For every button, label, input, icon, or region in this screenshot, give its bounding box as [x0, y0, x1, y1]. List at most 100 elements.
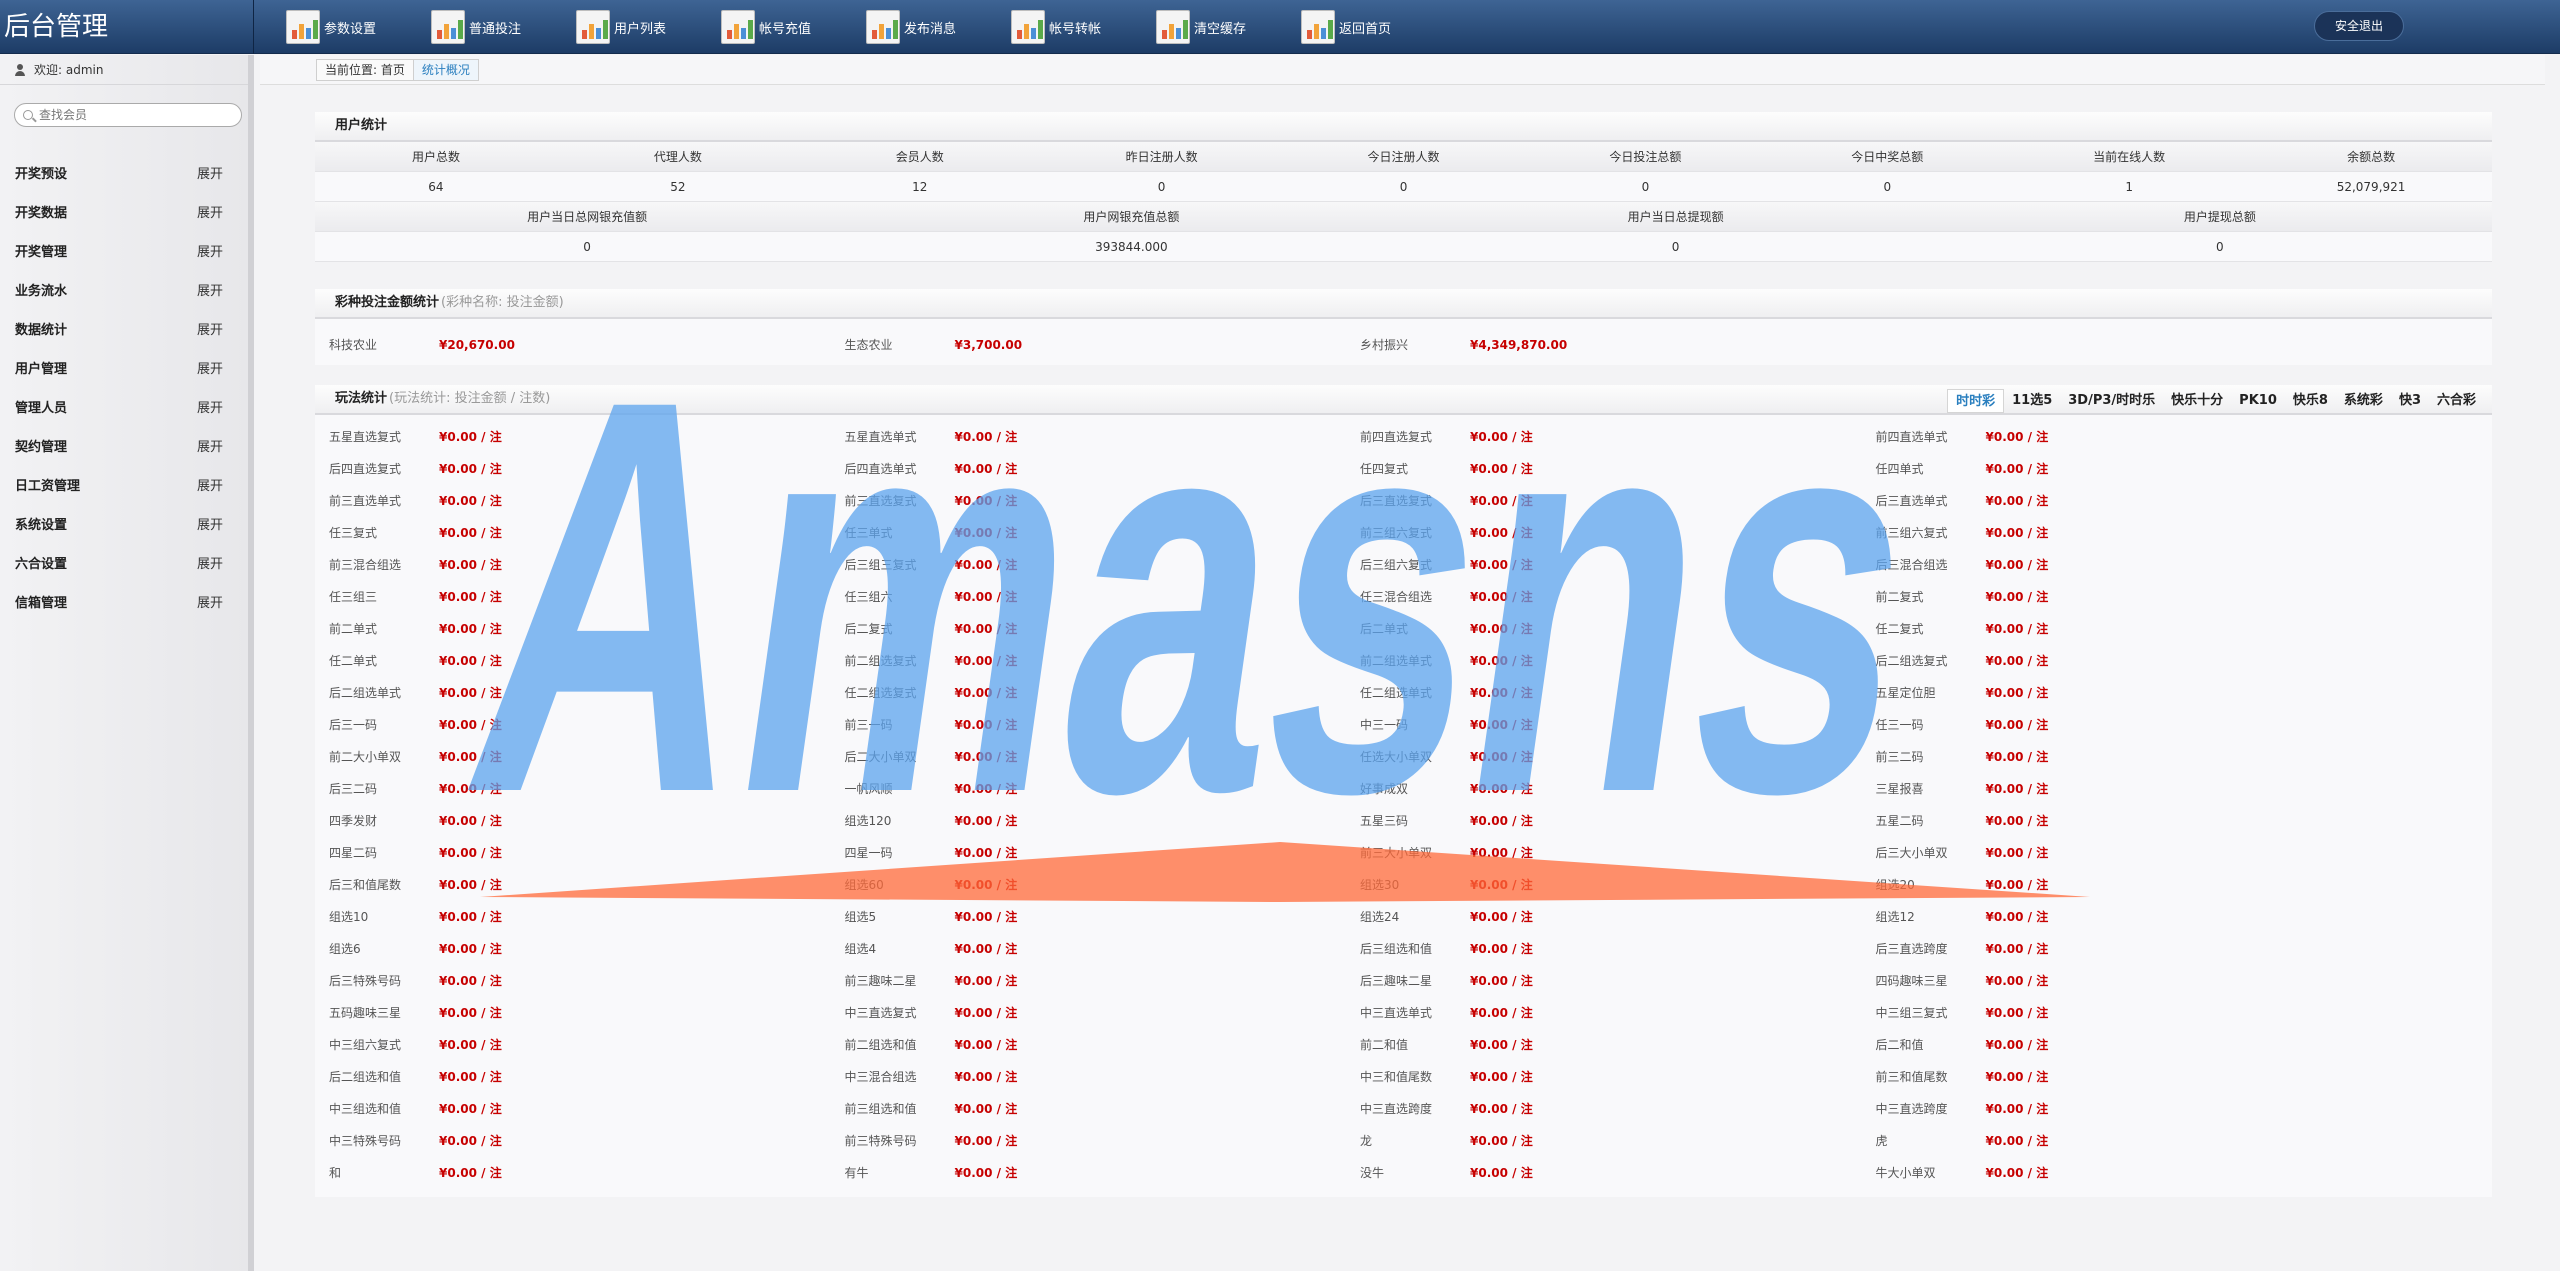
tab-7[interactable]: 快3	[2391, 389, 2429, 413]
nav-item-7[interactable]: 返回首页	[1301, 0, 1391, 54]
play-amount: ¥0.00 / 注	[1470, 974, 1533, 988]
play-name: 组选4	[844, 942, 877, 956]
sidebar-item-6[interactable]: 管理人员 展开	[0, 389, 248, 428]
search-input[interactable]	[39, 108, 229, 122]
nav-item-0[interactable]: 参数设置	[286, 0, 376, 54]
sidebar-item-7[interactable]: 契约管理 展开	[0, 428, 248, 467]
play-amount: ¥0.00 / 注	[954, 846, 1018, 860]
play-name: 好事成双	[1360, 782, 1409, 796]
play-amount: ¥0.00 / 注	[954, 974, 1018, 988]
play-amount: ¥0.00 / 注	[439, 846, 502, 860]
play-name: 任三复式	[329, 526, 378, 540]
play-amount: ¥0.00 / 注	[1470, 1038, 1533, 1052]
play-name: 后二大小单双	[844, 750, 917, 764]
play-amount: ¥0.00 / 注	[1985, 942, 2049, 956]
chart-icon	[721, 10, 755, 44]
expand-toggle[interactable]: 展开	[197, 506, 223, 545]
stat-header: 用户当日总网银充值额	[527, 210, 648, 224]
nav-item-6[interactable]: 清空缓存	[1156, 0, 1246, 54]
nav-item-2[interactable]: 用户列表	[576, 0, 666, 54]
sidebar-item-11[interactable]: 信箱管理 展开	[0, 584, 248, 623]
tab-4[interactable]: PK10	[2231, 389, 2285, 413]
expand-toggle[interactable]: 展开	[197, 389, 223, 428]
play-stat-item: 前四直选单式 ¥0.00 / 注	[1876, 421, 2392, 453]
play-stats-panel: 玩法统计 (玩法统计: 投注金额 / 注数) 时时彩 11选5 3D/P3/时时乐 快乐…	[315, 385, 2492, 1197]
expand-toggle[interactable]: 展开	[197, 233, 223, 272]
play-stat-item: 任四复式 ¥0.00 / 注	[1360, 453, 1876, 485]
sidebar-item-8[interactable]: 日工资管理 展开	[0, 467, 248, 506]
tab-0[interactable]: 时时彩	[1947, 389, 2005, 413]
play-name: 前三和值尾数	[1875, 1070, 1948, 1084]
play-stats-subtitle: (玩法统计: 投注金额 / 注数)	[389, 391, 551, 406]
tab-5[interactable]: 快乐8	[2285, 389, 2336, 413]
expand-toggle[interactable]: 展开	[197, 194, 223, 233]
play-stat-item: 任三复式 ¥0.00 / 注	[329, 517, 845, 549]
play-amount: ¥0.00 / 注	[1470, 910, 1533, 924]
play-amount: ¥0.00 / 注	[1985, 750, 2049, 764]
tab-8[interactable]: 六合彩	[2429, 389, 2484, 413]
play-name: 四星二码	[329, 846, 378, 860]
lottery-type-tabs: 时时彩 11选5 3D/P3/时时乐 快乐十分 PK10 快乐8 系统彩 快3 六合彩	[1947, 389, 2484, 413]
play-stat-item: 前二和值 ¥0.00 / 注	[1360, 1029, 1876, 1061]
sidebar-item-5[interactable]: 用户管理 展开	[0, 350, 248, 389]
expand-toggle[interactable]: 展开	[197, 311, 223, 350]
sidebar-item-1[interactable]: 开奖数据 展开	[0, 194, 248, 233]
expand-toggle[interactable]: 展开	[197, 545, 223, 584]
breadcrumb-current: 统计概况	[412, 60, 478, 80]
play-stat-item: 前三二码 ¥0.00 / 注	[1876, 741, 2392, 773]
tab-1[interactable]: 11选5	[2004, 389, 2060, 413]
play-name: 龙	[1360, 1134, 1373, 1148]
member-search[interactable]	[14, 103, 242, 127]
play-amount: ¥0.00 / 注	[439, 1038, 502, 1052]
expand-toggle[interactable]: 展开	[197, 272, 223, 311]
play-amount: ¥0.00 / 注	[1470, 558, 1533, 572]
nav-item-4[interactable]: 发布消息	[866, 0, 956, 54]
play-name: 中三特殊号码	[329, 1134, 402, 1148]
play-amount: ¥0.00 / 注	[439, 494, 502, 508]
tab-3[interactable]: 快乐十分	[2163, 389, 2231, 413]
play-amount: ¥0.00 / 注	[1470, 430, 1533, 444]
sidebar-item-2[interactable]: 开奖管理 展开	[0, 233, 248, 272]
stat-header: 用户提现总额	[2183, 210, 2256, 224]
sidebar-item-4[interactable]: 数据统计 展开	[0, 311, 248, 350]
play-amount: ¥0.00 / 注	[439, 654, 502, 668]
welcome-text: 欢迎: admin	[34, 62, 104, 77]
nav-item-3[interactable]: 帐号充值	[721, 0, 811, 54]
play-stat-item: 后三二码 ¥0.00 / 注	[329, 773, 845, 805]
play-stat-item: 中三直选跨度 ¥0.00 / 注	[1876, 1093, 2392, 1125]
tab-6[interactable]: 系统彩	[2336, 389, 2391, 413]
play-name: 任二组选单式	[1360, 686, 1433, 700]
play-amount: ¥0.00 / 注	[1470, 462, 1533, 476]
play-stat-item: 五星直选复式 ¥0.00 / 注	[329, 421, 845, 453]
breadcrumb-home[interactable]: 当前位置: 首页	[317, 60, 413, 80]
sidebar-item-9[interactable]: 系统设置 展开	[0, 506, 248, 545]
sidebar-item-3[interactable]: 业务流水 展开	[0, 272, 248, 311]
play-amount: ¥0.00 / 注	[954, 814, 1018, 828]
lottery-name: 乡村振兴	[1360, 338, 1409, 352]
play-amount: ¥0.00 / 注	[1985, 654, 2049, 668]
expand-toggle[interactable]: 展开	[197, 584, 223, 623]
play-name: 后三大小单双	[1875, 846, 1948, 860]
tab-2[interactable]: 3D/P3/时时乐	[2060, 389, 2163, 413]
play-stat-item: 组选12 ¥0.00 / 注	[1876, 901, 2392, 933]
play-amount: ¥0.00 / 注	[1985, 846, 2049, 860]
play-amount: ¥0.00 / 注	[1470, 494, 1533, 508]
play-stat-item: 后二组选复式 ¥0.00 / 注	[1876, 645, 2392, 677]
play-stat-item: 后二和值 ¥0.00 / 注	[1876, 1029, 2392, 1061]
play-name: 中三组选和值	[329, 1102, 402, 1116]
lottery-stat-item: 科技农业 ¥20,670.00	[329, 329, 845, 361]
expand-toggle[interactable]: 展开	[197, 467, 223, 506]
nav-item-5[interactable]: 帐号转帐	[1011, 0, 1101, 54]
play-name: 前三直选单式	[329, 494, 402, 508]
expand-toggle[interactable]: 展开	[197, 428, 223, 467]
expand-toggle[interactable]: 展开	[197, 155, 223, 194]
expand-toggle[interactable]: 展开	[197, 350, 223, 389]
play-stat-item: 前二大小单双 ¥0.00 / 注	[329, 741, 845, 773]
sidebar-item-10[interactable]: 六合设置 展开	[0, 545, 248, 584]
play-stat-item: 前三直选复式 ¥0.00 / 注	[845, 485, 1361, 517]
sidebar-item-0[interactable]: 开奖预设 展开	[0, 155, 248, 194]
nav-item-1[interactable]: 普通投注	[431, 0, 521, 54]
play-stat-item: 组选30 ¥0.00 / 注	[1360, 869, 1876, 901]
play-name: 五星二码	[1875, 814, 1924, 828]
logout-button[interactable]: 安全退出	[2314, 11, 2404, 41]
